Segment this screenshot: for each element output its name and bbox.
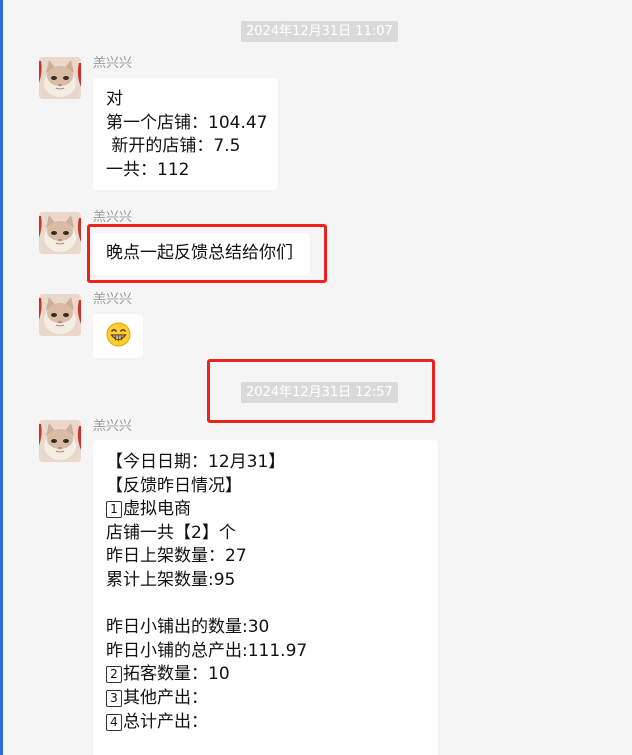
sender-name: 羔兴兴 bbox=[93, 56, 133, 71]
message-bubble[interactable]: 晚点一起反馈总结给你们 bbox=[93, 233, 310, 275]
sender-avatar[interactable] bbox=[39, 420, 81, 462]
message-line: 新开的店铺：7.5 bbox=[106, 136, 241, 157]
message-line: 4 总计产出： bbox=[106, 711, 438, 735]
sender-avatar[interactable] bbox=[39, 212, 81, 254]
message-line-text: 总计产出： bbox=[123, 711, 208, 732]
message-line-text: 拓客数量：10 bbox=[123, 664, 230, 685]
cat-avatar-icon bbox=[39, 57, 81, 99]
sender-avatar[interactable] bbox=[39, 57, 81, 99]
sender-name: 羔兴兴 bbox=[93, 419, 133, 434]
grinning-face-emoji bbox=[106, 322, 131, 351]
cat-avatar-icon bbox=[39, 212, 81, 254]
timestamp: 2024年12月31日 12:57 bbox=[241, 382, 398, 403]
timestamp: 2024年12月31日 11:07 bbox=[241, 21, 398, 42]
sender-name: 羔兴兴 bbox=[93, 292, 133, 307]
message-line: 昨日上架数量：27 bbox=[106, 546, 247, 567]
window-left-edge bbox=[0, 0, 3, 755]
number-box-icon: 4 bbox=[106, 713, 122, 731]
message-line: 昨日小铺的总产出:111.97 bbox=[106, 640, 308, 661]
message-line: 一共：112 bbox=[106, 159, 190, 180]
message-line: 【反馈昨日情况】 bbox=[106, 475, 242, 496]
message-bubble[interactable]: 【今日日期：12月31】 【反馈昨日情况】 1 虚拟电商 店铺一共【2】个 昨日上… bbox=[93, 440, 438, 755]
message-line: 2 拓客数量：10 bbox=[106, 663, 438, 687]
message-line: 晚点一起反馈总结给你们 bbox=[106, 243, 293, 263]
emoji-message-bubble[interactable] bbox=[93, 314, 143, 358]
message-line-text: 虚拟电商 bbox=[123, 499, 191, 520]
message-line: 昨日小铺出的数量:30 bbox=[106, 617, 270, 638]
number-box-icon: 2 bbox=[106, 666, 122, 684]
message-line: 【今日日期：12月31】 bbox=[106, 452, 286, 472]
message-bubble[interactable]: 对 第一个店铺：104.47 新开的店铺：7.5 一共：112 bbox=[93, 78, 278, 190]
sender-name: 羔兴兴 bbox=[93, 210, 133, 225]
message-line: 第一个店铺：104.47 bbox=[106, 112, 268, 133]
message-line: 3 其他产出： bbox=[106, 687, 438, 711]
number-box-icon: 1 bbox=[106, 501, 122, 519]
message-line: 对 bbox=[106, 89, 123, 109]
sender-avatar[interactable] bbox=[39, 294, 81, 336]
message-line: 累计上架数量:95 bbox=[106, 569, 236, 590]
message-line: 1 虚拟电商 bbox=[106, 498, 438, 522]
message-line-text: 其他产出： bbox=[123, 687, 208, 708]
cat-avatar-icon bbox=[39, 294, 81, 336]
message-line: 店铺一共【2】个 bbox=[106, 522, 236, 543]
cat-avatar-icon bbox=[39, 420, 81, 462]
number-box-icon: 3 bbox=[106, 689, 122, 707]
